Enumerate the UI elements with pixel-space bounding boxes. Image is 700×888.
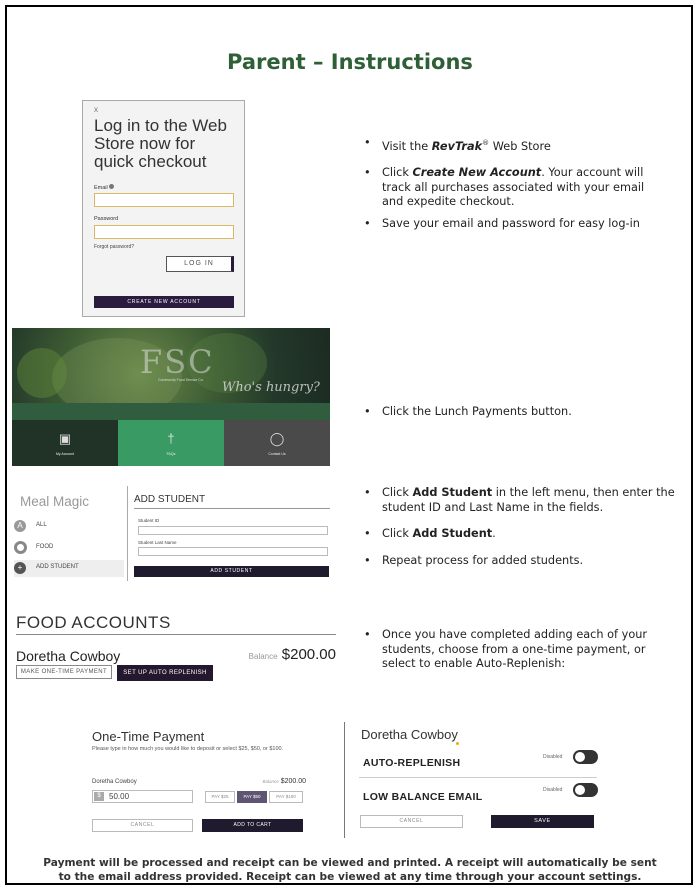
list-item: Visit the RevTrak® Web Store — [362, 136, 662, 154]
fsc-logo: FSC — [140, 343, 215, 381]
otp-heading: One-Time Payment — [92, 729, 205, 744]
meal-magic-brand: Meal Magic — [20, 494, 90, 509]
close-icon[interactable]: x — [94, 105, 98, 114]
list-item: Click the Lunch Payments button. — [362, 405, 662, 420]
otp-student-name: Doretha Cowboy — [92, 779, 137, 785]
food-accounts-panel: FOOD ACCOUNTS Doretha Cowboy Balance $20… — [16, 613, 336, 683]
auto-replenish-toggle[interactable] — [573, 750, 598, 764]
my-account-tile[interactable]: ▣ My Account — [12, 420, 118, 466]
ar-student-name: Doretha Cowboy — [361, 727, 458, 742]
auto-replenish-button[interactable]: SET UP AUTO REPLENISH — [117, 665, 213, 681]
student-name: Doretha Cowboy — [16, 648, 121, 664]
contact-us-tile[interactable]: ◯ Contact Us — [224, 420, 330, 466]
plus-icon: + — [14, 562, 26, 574]
add-student-instructions: Click Add Student in the left menu, then… — [362, 486, 677, 575]
food-accounts-heading: FOOD ACCOUNTS — [16, 613, 171, 632]
cancel-button[interactable]: CANCEL — [92, 819, 193, 832]
lunchbox-icon: ▣ — [58, 431, 72, 446]
last-name-field[interactable] — [138, 547, 328, 556]
food-icon — [14, 541, 27, 554]
cancel-button[interactable]: CANCEL — [360, 815, 463, 828]
list-item: Once you have completed adding each of y… — [362, 628, 680, 672]
footer-note: Payment will be processed and receipt ca… — [43, 857, 657, 883]
add-student-button[interactable]: ADD STUDENT — [134, 566, 329, 577]
meal-sidebar: Meal Magic A ALL FOOD + ADD STUDENT — [12, 486, 128, 581]
pin-icon: † — [167, 431, 175, 446]
meal-magic-panel: Meal Magic A ALL FOOD + ADD STUDENT ADD … — [12, 486, 330, 581]
pay-50-button[interactable]: PAY $50 — [237, 791, 267, 803]
low-balance-status: Disabled — [543, 787, 563, 793]
amount-input[interactable]: $ 50.00 — [92, 790, 193, 803]
save-button[interactable]: SAVE — [491, 815, 594, 828]
create-account-button[interactable]: CREATE NEW ACCOUNT — [94, 296, 234, 308]
pay-25-button[interactable]: PAY $25 — [205, 791, 235, 803]
balance: Balance $200.00 — [248, 646, 336, 663]
divider — [344, 722, 345, 838]
dollar-icon: $ — [94, 792, 104, 801]
info-icon — [109, 184, 115, 189]
password-label: Password — [94, 216, 119, 222]
auto-replenish-label: AUTO-REPLENISH — [363, 757, 461, 769]
user-icon: ◯ — [269, 431, 285, 446]
lunch-instructions: Click the Lunch Payments button. — [362, 405, 662, 427]
faqs-tile[interactable]: † FAQs — [118, 420, 224, 466]
otp-balance: Balance $200.00 — [262, 778, 306, 785]
email-label: Email — [94, 184, 115, 191]
sidebar-item-add-student[interactable]: + ADD STUDENT — [14, 560, 124, 577]
low-balance-toggle[interactable] — [573, 783, 598, 797]
login-card: x Log in to the Web Store now for quick … — [82, 100, 245, 317]
all-icon: A — [14, 520, 26, 532]
payment-instructions: Once you have completed adding each of y… — [362, 628, 680, 679]
add-student-title: ADD STUDENT — [134, 494, 206, 505]
auto-replenish-status: Disabled — [543, 754, 563, 760]
list-item: Save your email and password for easy lo… — [362, 217, 662, 232]
list-item: Click Create New Account. Your account w… — [362, 166, 662, 210]
one-time-payment-button[interactable]: MAKE ONE-TIME PAYMENT — [16, 665, 112, 679]
auto-replenish-panel: Doretha Cowboy AUTO-REPLENISH Disabled L… — [359, 727, 599, 833]
banner-tagline: Community Food Service Co. — [158, 378, 204, 382]
page-title: Parent – Instructions — [227, 50, 473, 74]
login-heading: Log in to the Web Store now for quick ch… — [94, 116, 227, 171]
email-field[interactable] — [94, 193, 234, 207]
add-to-cart-button[interactable]: ADD TO CART — [202, 819, 303, 832]
login-button[interactable]: LOG IN — [166, 256, 234, 272]
list-item: Click Add Student in the left menu, then… — [362, 486, 677, 515]
sidebar-item-all[interactable]: A ALL — [14, 518, 124, 536]
banner-image: FSC Community Food Service Co. Who's hun… — [12, 328, 330, 420]
list-item: Click Add Student. — [362, 527, 677, 542]
list-item: Repeat process for added students. — [362, 554, 677, 569]
one-time-payment-panel: One-Time Payment Please type in how much… — [92, 729, 306, 837]
password-field[interactable] — [94, 225, 234, 239]
student-id-label: Student ID — [138, 518, 160, 523]
pay-100-button[interactable]: PAY $100 — [269, 791, 303, 803]
otp-description: Please type in how much you would like t… — [92, 746, 284, 752]
student-id-field[interactable] — [138, 526, 328, 535]
login-instructions: Visit the RevTrak® Web Store Click Creat… — [362, 136, 662, 238]
last-name-label: Student Last Name — [138, 540, 177, 545]
sidebar-item-food[interactable]: FOOD — [14, 540, 124, 558]
banner-slogan: Who's hungry? — [222, 380, 320, 395]
lunch-banner: FSC Community Food Service Co. Who's hun… — [12, 328, 330, 466]
low-balance-label: LOW BALANCE EMAIL — [363, 791, 483, 803]
forgot-password-link[interactable]: Forgot password? — [94, 244, 134, 250]
